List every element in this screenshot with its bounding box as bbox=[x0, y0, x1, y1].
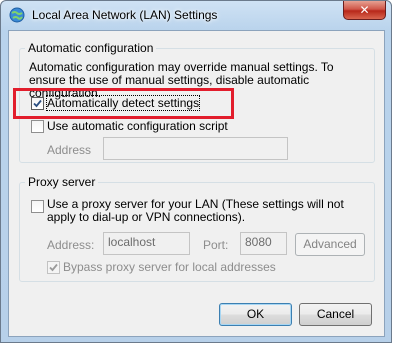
script-address-input[interactable] bbox=[103, 137, 288, 160]
window-title: Local Area Network (LAN) Settings bbox=[32, 8, 218, 22]
close-icon: ✕ bbox=[359, 3, 370, 17]
proxy-port-label: Port: bbox=[203, 238, 229, 252]
proxy-port-input[interactable]: 8080 bbox=[240, 232, 287, 255]
title-bar[interactable]: Local Area Network (LAN) Settings ✕ bbox=[1, 1, 393, 29]
proxy-address-label: Address: bbox=[47, 238, 95, 252]
proxy-server-group-label: Proxy server bbox=[25, 175, 99, 189]
use-proxy-label[interactable]: Use a proxy server for your LAN (These s… bbox=[47, 198, 369, 224]
dialog-client-area: Automatic configuration Automatic config… bbox=[8, 30, 385, 337]
network-globe-icon bbox=[9, 7, 25, 23]
annotation-highlight-box bbox=[13, 88, 234, 119]
use-proxy-checkbox[interactable] bbox=[31, 200, 44, 213]
bypass-local-label[interactable]: Bypass proxy server for local addresses bbox=[63, 260, 276, 274]
script-address-label: Address bbox=[47, 143, 92, 157]
advanced-button[interactable]: Advanced bbox=[295, 233, 365, 256]
auto-config-group-label: Automatic configuration bbox=[25, 41, 157, 55]
checkmark-icon bbox=[49, 263, 58, 272]
ok-button[interactable]: OK bbox=[219, 303, 292, 326]
bypass-local-checkbox[interactable] bbox=[47, 261, 60, 274]
dialog-window: Local Area Network (LAN) Settings ✕ Auto… bbox=[0, 0, 392, 343]
close-button[interactable]: ✕ bbox=[343, 1, 386, 20]
proxy-address-input[interactable]: localhost bbox=[103, 232, 190, 255]
cancel-button[interactable]: Cancel bbox=[299, 303, 372, 326]
use-config-script-label[interactable]: Use automatic configuration script bbox=[47, 119, 228, 133]
use-config-script-checkbox[interactable] bbox=[31, 120, 44, 133]
